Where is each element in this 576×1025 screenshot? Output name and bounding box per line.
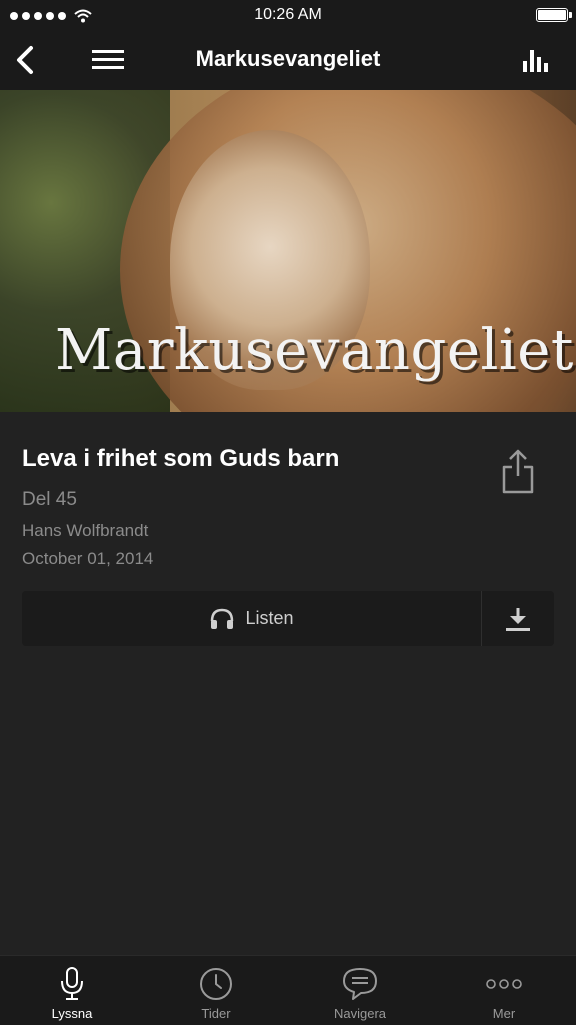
status-bar: 10:26 AM <box>0 0 576 30</box>
playback-actions: Listen <box>22 591 554 646</box>
tab-label: Tider <box>201 1006 231 1021</box>
tab-tider[interactable]: Tider <box>144 956 288 1025</box>
stats-button[interactable] <box>516 40 556 80</box>
series-artwork: Markusevangeliet <box>0 90 576 412</box>
download-icon <box>506 607 530 631</box>
tab-bar: Lyssna Tider Navigera Mer <box>0 955 576 1025</box>
tab-label: Lyssna <box>51 1006 93 1021</box>
page-title: Markusevangeliet <box>195 46 381 71</box>
chat-bubble-icon <box>341 964 379 1004</box>
tab-mer[interactable]: Mer <box>432 956 576 1025</box>
episode-date: October 01, 2014 <box>22 549 154 568</box>
artwork-title: Markusevangeliet <box>55 318 574 383</box>
tab-navigera[interactable]: Navigera <box>288 956 432 1025</box>
share-icon <box>502 449 534 494</box>
tab-lyssna[interactable]: Lyssna <box>0 956 144 1025</box>
headphones-icon <box>211 608 234 629</box>
episode-speaker: Hans Wolfbrandt <box>22 521 149 540</box>
episode-details: Leva i frihet som Guds barn Del 45 Hans … <box>22 445 502 569</box>
share-button[interactable] <box>500 448 536 496</box>
tab-label: Mer <box>492 1006 516 1021</box>
navigation-bar: Markusevangeliet <box>0 30 576 90</box>
download-button[interactable] <box>481 591 554 646</box>
status-time: 10:26 AM <box>254 6 322 23</box>
episode-part: Del 45 <box>22 489 77 510</box>
listen-label: Listen <box>245 608 294 628</box>
listen-button[interactable]: Listen <box>22 591 481 646</box>
bar-chart-icon <box>523 50 548 72</box>
microphone-icon <box>59 964 85 1004</box>
more-dots-icon <box>485 964 523 1004</box>
clock-icon <box>198 964 234 1004</box>
battery-icon <box>536 8 572 22</box>
episode-title: Leva i frihet som Guds barn <box>22 445 340 472</box>
tab-label: Navigera <box>333 1006 387 1021</box>
